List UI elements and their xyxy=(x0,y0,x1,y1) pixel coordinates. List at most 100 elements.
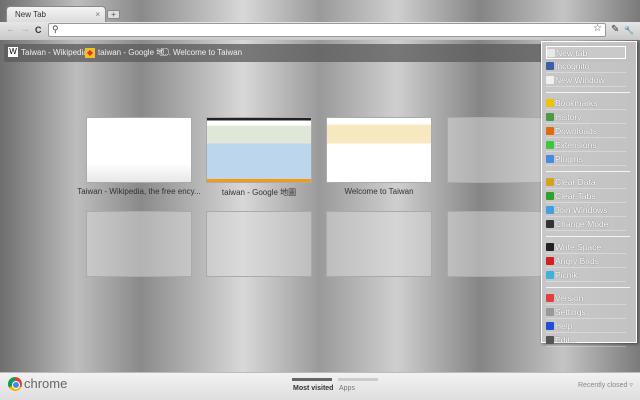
change-mode-icon xyxy=(546,220,554,228)
thumbnail-caption[interactable]: Welcome to Taiwan xyxy=(314,187,444,196)
menu-item-settings[interactable]: Settings xyxy=(546,306,626,319)
menu-item-label: Write Space xyxy=(555,242,602,252)
menu-item-label: Help xyxy=(555,321,573,331)
menu-item-label: History xyxy=(555,112,582,122)
menu-item-new-window[interactable]: New Window xyxy=(546,74,626,87)
new-window-icon xyxy=(546,76,554,84)
menu-item-version[interactable]: Version xyxy=(546,292,626,305)
menu-separator xyxy=(546,287,630,288)
reload-icon[interactable]: C xyxy=(35,25,42,35)
globe-icon: ◯ xyxy=(160,47,170,56)
omnibox-input[interactable]: ⚲ ☆ xyxy=(48,23,606,37)
edit-icon xyxy=(546,336,554,344)
thumbnail-wikipedia[interactable] xyxy=(86,117,192,183)
bookmark-label: Taiwan - Wikipedia... xyxy=(21,47,95,57)
write-space-icon xyxy=(546,243,554,251)
thumbnail-welcome-taiwan[interactable] xyxy=(326,117,432,183)
menu-item-label: Edit... xyxy=(555,335,577,345)
recently-closed-button[interactable]: Recently closed ▿ xyxy=(578,381,633,389)
menu-item-plugins[interactable]: Plugins xyxy=(546,153,626,166)
chrome-logo-icon xyxy=(8,377,22,391)
menu-item-label: Clear Data xyxy=(555,177,596,187)
menu-item-label: Bookmarks xyxy=(555,98,598,108)
menu-separator xyxy=(546,171,630,172)
menu-item-label: New Window xyxy=(555,75,605,85)
thumbnail-empty xyxy=(447,117,553,183)
chrome-brand: chrome xyxy=(24,376,68,391)
version-icon xyxy=(546,294,554,302)
menu-separator xyxy=(546,236,630,237)
menu-item-label: Incognito xyxy=(555,61,590,71)
incognito-icon xyxy=(546,62,554,70)
menu-item-label: Version xyxy=(555,293,584,303)
menu-item-label: Settings xyxy=(555,307,586,317)
join-windows-icon xyxy=(546,206,554,214)
thumbnail-caption[interactable]: Taiwan - Wikipedia, the free ency... xyxy=(74,187,204,196)
menu-item-edit[interactable]: Edit... xyxy=(546,334,626,347)
thumbnail-empty xyxy=(447,211,553,277)
menu-item-clear-data[interactable]: Clear Data xyxy=(546,176,626,189)
menu-item-label: Change Mode xyxy=(555,219,609,229)
tab-most-visited[interactable]: Most visited xyxy=(293,385,333,392)
bookmark-item[interactable]: ◆ taiwan - Google 地... xyxy=(85,47,171,58)
forward-icon[interactable]: → xyxy=(20,24,30,35)
plugins-icon xyxy=(546,155,554,163)
bookmarks-icon xyxy=(546,99,554,107)
close-icon[interactable]: × xyxy=(95,10,100,19)
menu-item-incognito[interactable]: Incognito xyxy=(546,60,626,73)
new-tab-icon xyxy=(547,48,555,57)
angry-birds-icon xyxy=(546,257,554,265)
menu-item-extensions[interactable]: Extensions xyxy=(546,139,626,152)
thumbnail-empty xyxy=(326,211,432,277)
menu-item-change-mode[interactable]: Change Mode xyxy=(546,218,626,231)
bookmark-item[interactable]: ◯ Welcome to Taiwan xyxy=(160,47,243,57)
apps-indicator xyxy=(338,378,378,381)
back-icon[interactable]: ← xyxy=(6,24,16,35)
menu-item-picnik[interactable]: Picnik xyxy=(546,269,626,282)
most-visited-indicator xyxy=(292,378,332,381)
tab-new-tab[interactable]: New Tab × xyxy=(6,6,106,22)
menu-item-angry-birds[interactable]: Angry Birds xyxy=(546,255,626,268)
menu-item-label: Downloads xyxy=(555,126,598,136)
tab-title: New Tab xyxy=(15,10,46,19)
menu-item-label: Clear Tabs xyxy=(555,191,596,201)
clear-tabs-icon xyxy=(546,192,554,200)
menu-item-history[interactable]: History xyxy=(546,111,626,124)
menu-item-write-space[interactable]: Write Space xyxy=(546,241,626,254)
star-icon[interactable]: ☆ xyxy=(593,23,602,34)
thumbnail-empty xyxy=(206,211,312,277)
menu-item-new-tab[interactable]: New tab xyxy=(546,46,626,59)
wrench-icon[interactable]: 🔧 xyxy=(624,26,634,35)
wrench-menu: New tab Incognito New Window Bookmarks Histo… xyxy=(541,41,637,347)
menu-item-downloads[interactable]: Downloads xyxy=(546,125,626,138)
menu-item-label: Angry Birds xyxy=(555,256,599,266)
menu-item-clear-tabs[interactable]: Clear Tabs xyxy=(546,190,626,203)
page-icon[interactable]: ✎ xyxy=(611,24,619,35)
menu-item-label: Plugins xyxy=(555,154,583,164)
menu-item-help[interactable]: Help xyxy=(546,320,626,333)
thumbnail-caption[interactable]: taiwan - Google 地圖 xyxy=(194,187,324,198)
menu-item-label: New tab xyxy=(556,47,588,58)
new-tab-button[interactable]: + xyxy=(107,10,120,19)
thumbnail-empty xyxy=(86,211,192,277)
picnik-icon xyxy=(546,271,554,279)
menu-item-join-windows[interactable]: Join Windows xyxy=(546,204,626,217)
tab-apps[interactable]: Apps xyxy=(339,385,355,392)
menu-item-label: Extensions xyxy=(555,140,597,150)
search-icon: ⚲ xyxy=(52,24,59,34)
history-icon xyxy=(546,113,554,121)
bookmark-item[interactable]: W Taiwan - Wikipedia... xyxy=(8,47,94,57)
extensions-icon xyxy=(546,141,554,149)
thumbnail-google-maps[interactable] xyxy=(206,117,312,183)
menu-item-bookmarks[interactable]: Bookmarks xyxy=(546,97,626,110)
help-icon xyxy=(546,322,554,330)
clear-data-icon xyxy=(546,178,554,186)
menu-item-label: Join Windows xyxy=(555,205,608,215)
bookmark-label: Welcome to Taiwan xyxy=(173,47,243,57)
wikipedia-icon: W xyxy=(8,47,18,57)
downloads-icon xyxy=(546,127,554,135)
google-maps-icon: ◆ xyxy=(85,47,95,58)
menu-item-label: Picnik xyxy=(555,270,578,280)
settings-icon xyxy=(546,308,554,316)
menu-separator xyxy=(546,92,630,93)
